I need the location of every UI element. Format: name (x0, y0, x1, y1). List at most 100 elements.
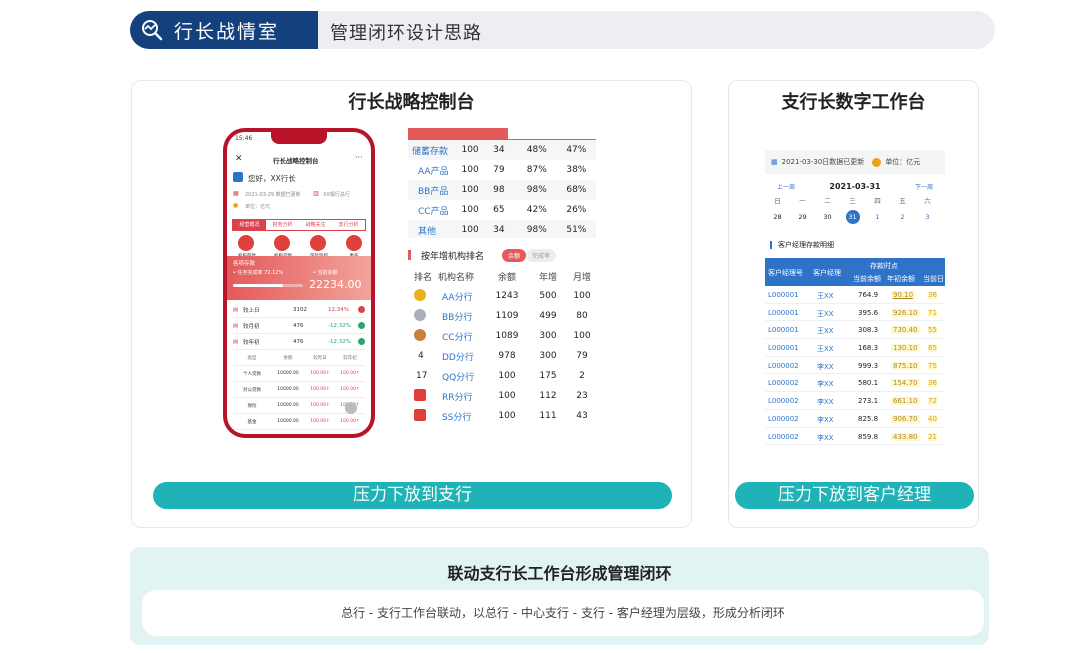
day-cell[interactable]: 29 (790, 213, 815, 221)
table-cell[interactable]: L000001 (768, 309, 799, 317)
table-cell: 李XX (817, 415, 834, 424)
table-cell: 130.10 (891, 344, 920, 353)
stat-row: ▤ 较月初 476 -12.32% (233, 318, 365, 334)
table-cell: 85 (928, 344, 937, 353)
prev-week-link[interactable]: 上一周 (765, 182, 815, 191)
section-header: 客户经理存款明细 (765, 240, 945, 250)
table-row: BB分行 1109 499 80 (408, 306, 596, 326)
closed-loop-title: 联动支行长工作台形成管理闭环 (447, 564, 672, 583)
phone-tabs: 经营概况 财务分析 战略关注 支行分析 (232, 219, 366, 231)
header-badge-title: 行长战情室 (174, 21, 280, 43)
bronze-medal-icon (414, 328, 426, 341)
table-row: 4 DD分行 978 300 79 (418, 351, 588, 363)
table-cell: 906.70 (891, 414, 920, 423)
table-cell: 王XX (817, 309, 834, 318)
table-cell: 李XX (817, 398, 834, 407)
tab-branch[interactable]: 支行分析 (332, 220, 365, 230)
table-row: 对公贷款 10000.00 100.00↑ 100.00↑ (233, 382, 365, 398)
phone-table-header: 类型 余额 较昨日 较年初 (233, 350, 365, 366)
table-row: 基金 10000.00 100.00↑ 100.00↑ (233, 414, 365, 430)
table-cell[interactable]: L000002 (768, 362, 799, 370)
table-row: AA产品 100 79 87% 38% (418, 165, 587, 177)
closed-loop-desc: 总行 - 支行工作台联动，以总行 - 中心支行 - 支行 - 客户经理为层级，形… (341, 606, 785, 620)
table-cell: 859.8 (858, 432, 879, 441)
band-rate: • 任务完成率 72.12% (233, 270, 284, 276)
deposit-summary-band: 各项存款 • 任务完成率 72.12% • 当前余额 22234.00 (227, 256, 371, 300)
more-icon[interactable]: ··· (355, 153, 363, 162)
table-cell: 40 (928, 414, 937, 423)
coin-icon (872, 157, 882, 167)
table-cell: 王XX (817, 327, 834, 336)
next-week-link[interactable]: 下一周 (895, 182, 945, 191)
table-cell[interactable]: L000001 (768, 291, 799, 299)
ranking-header: 按年增机构排名 余额 完成率 (408, 244, 596, 266)
table-cell: 433.80 (891, 432, 920, 441)
day-cell[interactable]: 1 (865, 213, 890, 221)
loan-icon (274, 235, 290, 251)
ranking-columns: 排名 机构名称 余额 年增 月增 (414, 272, 591, 283)
table-cell: 395.6 (858, 308, 879, 317)
stat-row: ▤ 较上日 3102 12.34% (233, 302, 365, 318)
tab-strategy[interactable]: 战略关注 (299, 220, 332, 230)
header-subtitle: 管理闭环设计思路 (330, 23, 482, 44)
band-progress (233, 284, 303, 287)
ranking-title: 按年增机构排名 (421, 251, 485, 262)
day-cell[interactable]: 30 (815, 213, 840, 221)
toggle-balance[interactable]: 余额 (502, 248, 527, 262)
analytics-icon (142, 20, 163, 41)
money-bag-icon (238, 235, 254, 251)
day-cell-selected[interactable]: 31 (845, 210, 860, 224)
table-row: 储蓄存款 100 34 48% 47% (408, 140, 596, 160)
toggle-rate[interactable]: 完成率 (526, 248, 557, 262)
band-balance-label: • 当前余额 (313, 270, 338, 276)
band-value: 22234.00 (309, 278, 362, 291)
table-cell: 55 (928, 326, 937, 335)
gold-medal-icon (414, 288, 426, 301)
push-to-manager-button[interactable]: 压力下放到客户经理 (735, 482, 974, 509)
float-button[interactable] (345, 402, 357, 414)
table-cell: 71 (928, 308, 937, 317)
day-cell[interactable]: 3 (915, 213, 940, 221)
warning-bank-icon (414, 388, 426, 401)
table-row: L000002 李XX 580.1 154.70 36 (765, 374, 945, 393)
table-cell[interactable]: L000001 (768, 344, 799, 352)
strategy-console-title: 行长战略控制台 (348, 92, 475, 113)
workbench-date: 2021-03-31 (829, 181, 881, 191)
tab-finance[interactable]: 财务分析 (266, 220, 299, 230)
table-row: L000001 王XX 764.9 90.10 36 (765, 286, 945, 304)
weekday-row: 日一二三四五六 (774, 197, 931, 205)
table-cell[interactable]: L000002 (768, 379, 799, 387)
table-cell: 926.10 (891, 308, 920, 317)
table-cell: 580.1 (858, 379, 879, 388)
section-title: 客户经理存款明细 (778, 241, 834, 249)
warning-bank-icon (414, 408, 426, 421)
phone-mockup: 15:46 ✕ 行长战略控制台 ··· 您好，XX行长 ▦ 2021-03-29… (223, 128, 375, 438)
workbench-updated: 2021-03-30日数据已更新 (781, 158, 865, 166)
phone-title: 行长战略控制台 (273, 157, 319, 165)
table-cell[interactable]: L000002 (768, 433, 799, 441)
table-row: 个人贷款 10000.00 100.00↑ 100.00↑ (233, 366, 365, 382)
risk-icon (310, 235, 326, 251)
table-cell: 72 (928, 397, 937, 406)
day-cell[interactable]: 28 (765, 213, 790, 221)
table-row: L000002 李XX 999.3 875.10 75 (765, 357, 945, 375)
band-label: 各项存款 (233, 261, 256, 267)
table-cell[interactable]: L000001 (768, 326, 799, 334)
phone-branch-tag: XX银行总行 (323, 192, 350, 198)
close-icon[interactable]: ✕ (235, 154, 243, 164)
table-row: SS分行 100 111 43 (408, 406, 596, 426)
table-row: 17 QQ分行 100 175 2 (416, 371, 585, 383)
grid-body: L000001 王XX 764.9 90.10 36 L000001 王XX 395.6 926… (765, 286, 945, 446)
table-row: L000002 李XX 273.1 661.10 72 (765, 392, 945, 410)
table-row: CC分行 1089 300 100 (408, 326, 596, 346)
product-table: 储蓄存款 100 34 48% 47% AA产品 100 79 87% 38% BB产品 100 9… (408, 128, 596, 238)
push-to-branch-button[interactable]: 压力下放到支行 (153, 482, 672, 509)
table-cell[interactable]: L000002 (768, 397, 799, 405)
calendar-icon: ▦ (771, 158, 778, 166)
more-dots-icon (346, 235, 362, 251)
day-cell[interactable]: 2 (890, 213, 915, 221)
table-row: L000001 王XX 168.3 130.10 85 (765, 339, 945, 357)
tab-overview[interactable]: 经营概况 (233, 220, 266, 230)
table-cell: 154.70 (891, 379, 920, 388)
table-cell[interactable]: L000002 (768, 415, 799, 423)
